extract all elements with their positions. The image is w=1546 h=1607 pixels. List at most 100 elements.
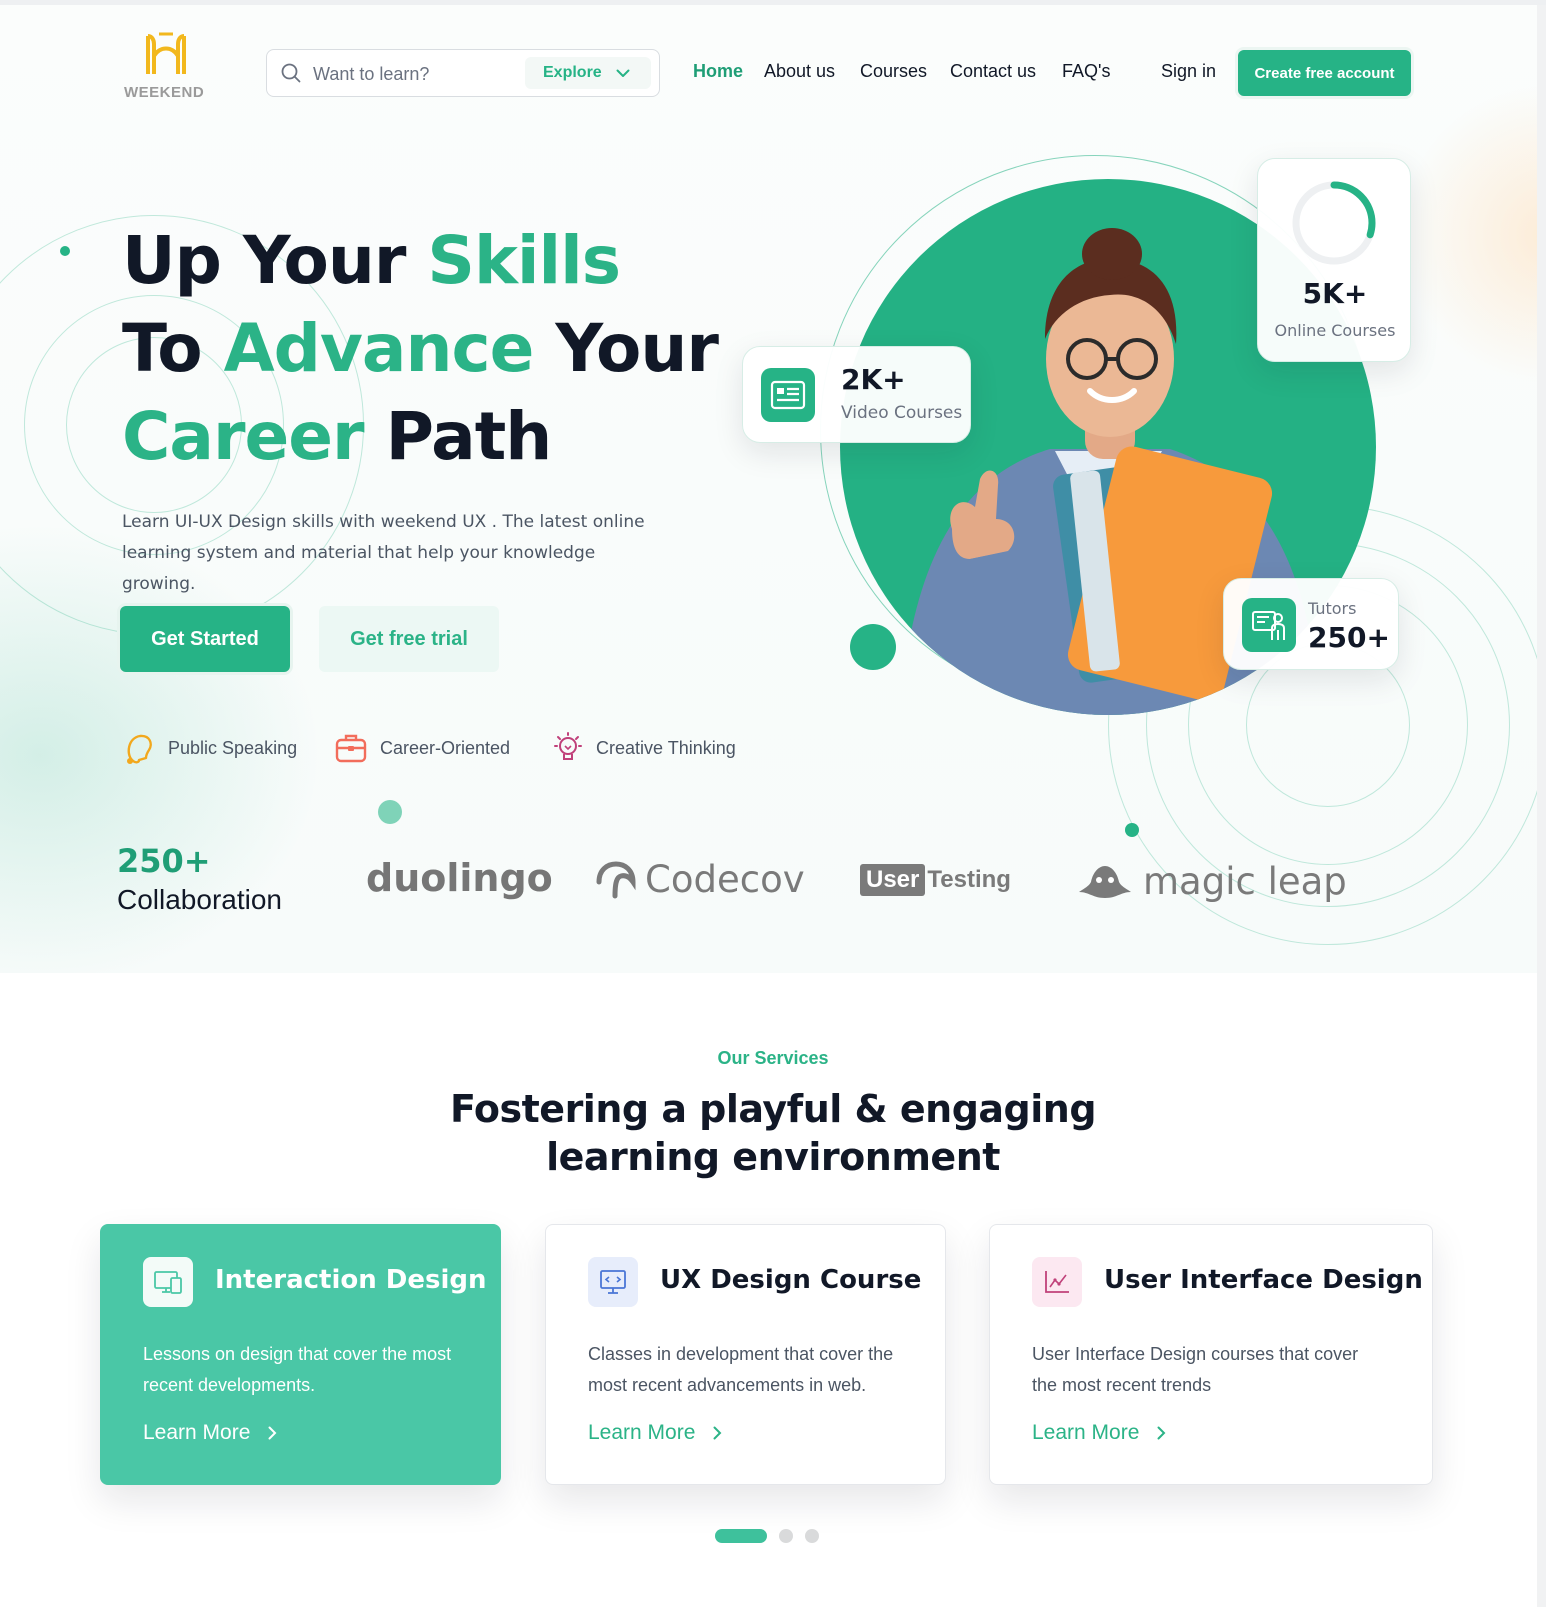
search-input[interactable] <box>311 58 525 90</box>
chevron-right-icon <box>713 1426 722 1440</box>
head-speaking-icon <box>127 734 152 764</box>
umbrella-icon <box>596 860 636 898</box>
skill-public-speaking: Public Speaking <box>122 728 297 768</box>
hero-description: Learn UI-UX Design skills with weekend U… <box>122 512 645 594</box>
hero-title-text: Your <box>533 310 719 387</box>
learn-more-link[interactable]: Learn More <box>1032 1421 1166 1445</box>
partner-logo-codecov: Codecov <box>595 858 805 901</box>
collaboration-label: Collaboration <box>117 884 282 915</box>
carousel-dot[interactable] <box>779 1529 793 1543</box>
logo-mark-icon <box>146 32 186 74</box>
code-monitor-icon <box>600 1270 626 1294</box>
partner-name: Testing <box>927 866 1011 893</box>
collaboration-count: 250+ <box>117 842 211 880</box>
get-free-trial-button[interactable]: Get free trial <box>319 606 499 672</box>
service-title: User Interface Design <box>1104 1265 1423 1295</box>
nav-contact-us[interactable]: Contact us <box>950 61 1036 82</box>
chevron-down-icon <box>616 69 630 77</box>
search-icon <box>281 63 301 83</box>
partner-name: Codecov <box>645 858 805 901</box>
hero-title-text: Up Your <box>122 222 428 299</box>
tutors-icon-box <box>1242 598 1296 652</box>
hero-title-text: Path <box>363 398 553 475</box>
logo-text: WEEKEND <box>124 84 205 101</box>
service-card-interaction-design[interactable]: Interaction Design Lessons on design tha… <box>100 1224 501 1485</box>
hero-title-line-3: Career Path <box>122 398 553 475</box>
course-list-icon <box>770 380 806 410</box>
online-courses-label: Online Courses <box>1274 321 1396 340</box>
service-card-user-interface-design[interactable]: User Interface Design User Interface Des… <box>989 1224 1433 1485</box>
search-bar: Explore <box>266 49 660 97</box>
monitor-tablet-icon <box>154 1271 182 1294</box>
video-courses-card: 2K+ Video Courses <box>742 346 971 443</box>
partner-logo-usertesting: User Testing <box>860 864 1011 896</box>
skill-label: Public Speaking <box>168 737 298 758</box>
create-account-button[interactable]: Create free account <box>1238 50 1411 96</box>
nav-faqs[interactable]: FAQ's <box>1062 61 1110 82</box>
hero-title-accent: Skills <box>427 222 621 299</box>
services-title: Fostering a playful & engaging learning … <box>449 1087 1097 1179</box>
tutors-value: 250+ <box>1308 621 1390 654</box>
skill-career-oriented: Career-Oriented <box>334 728 510 768</box>
online-courses-card: 5K+ Online Courses <box>1257 158 1411 362</box>
video-courses-icon-box <box>761 368 815 422</box>
explore-label: Explore <box>543 64 602 81</box>
learn-more-link[interactable]: Learn More <box>588 1421 722 1445</box>
hero-title-line-2: To Advance Your <box>122 310 719 387</box>
learn-more-label: Learn More <box>143 1421 251 1444</box>
partner-logo-magic-leap: magic leap <box>1077 860 1347 903</box>
service-description: Classes in development that cover the mo… <box>588 1344 894 1395</box>
skill-label: Career-Oriented <box>380 737 511 758</box>
decor-dot <box>1125 823 1139 837</box>
video-courses-value: 2K+ <box>841 363 906 396</box>
decor-dot <box>378 800 402 824</box>
learn-more-label: Learn More <box>588 1421 696 1444</box>
nav-courses[interactable]: Courses <box>860 61 927 82</box>
landing-page: WEEKEND Explore Home About us Courses Co… <box>0 0 1546 1607</box>
service-description: User Interface Design courses that cover… <box>1032 1344 1359 1395</box>
brand-logo[interactable]: WEEKEND <box>120 30 206 106</box>
services-eyebrow: Our Services <box>717 1048 829 1068</box>
sign-in-link[interactable]: Sign in <box>1161 61 1216 82</box>
get-started-button[interactable]: Get Started <box>120 606 290 672</box>
service-icon-box <box>588 1257 638 1307</box>
partner-logo-duolingo: duolingo <box>366 856 553 900</box>
nav-about-us[interactable]: About us <box>764 61 835 82</box>
skill-creative-thinking: Creative Thinking <box>552 728 736 768</box>
learn-more-link[interactable]: Learn More <box>143 1421 277 1445</box>
line-chart-icon <box>1045 1271 1069 1293</box>
progress-ring-icon <box>1292 181 1376 265</box>
online-courses-value: 5K+ <box>1302 277 1368 310</box>
chevron-right-icon <box>1157 1426 1166 1440</box>
tutors-label: Tutors <box>1308 599 1357 618</box>
decor-dot <box>60 246 70 256</box>
chevron-right-icon <box>268 1426 277 1440</box>
hero-title-accent: Advance <box>223 310 535 387</box>
carousel-dot-active[interactable] <box>715 1529 767 1543</box>
service-description: Lessons on design that cover the most re… <box>143 1344 452 1395</box>
service-title: UX Design Course <box>660 1265 922 1295</box>
nav-home[interactable]: Home <box>693 61 743 82</box>
service-card-ux-design-course[interactable]: UX Design Course Classes in development … <box>545 1224 946 1485</box>
service-icon-box <box>143 1257 193 1307</box>
page-scrollbar[interactable] <box>1537 5 1546 1607</box>
hero-glow-right <box>1400 85 1546 385</box>
service-icon-box <box>1032 1257 1082 1307</box>
briefcase-icon <box>335 734 367 763</box>
hero-title-line-1: Up Your Skills <box>122 222 621 299</box>
carousel-dot[interactable] <box>805 1529 819 1543</box>
tutor-board-icon <box>1252 611 1285 640</box>
learn-more-label: Learn More <box>1032 1421 1140 1444</box>
service-title: Interaction Design <box>215 1265 487 1295</box>
hero-title-accent: Career <box>122 398 365 475</box>
decor-dot <box>850 624 896 670</box>
tutors-card: Tutors 250+ <box>1223 578 1399 670</box>
skill-label: Creative Thinking <box>596 737 736 758</box>
partner-name: magic leap <box>1143 860 1347 903</box>
partner-name-badge: User <box>860 864 926 896</box>
partner-name: duolingo <box>366 856 553 900</box>
hero-title-text: To <box>122 310 224 387</box>
lightbulb-icon <box>554 732 582 760</box>
magic-leap-icon <box>1079 865 1131 898</box>
explore-dropdown[interactable]: Explore <box>525 57 651 89</box>
